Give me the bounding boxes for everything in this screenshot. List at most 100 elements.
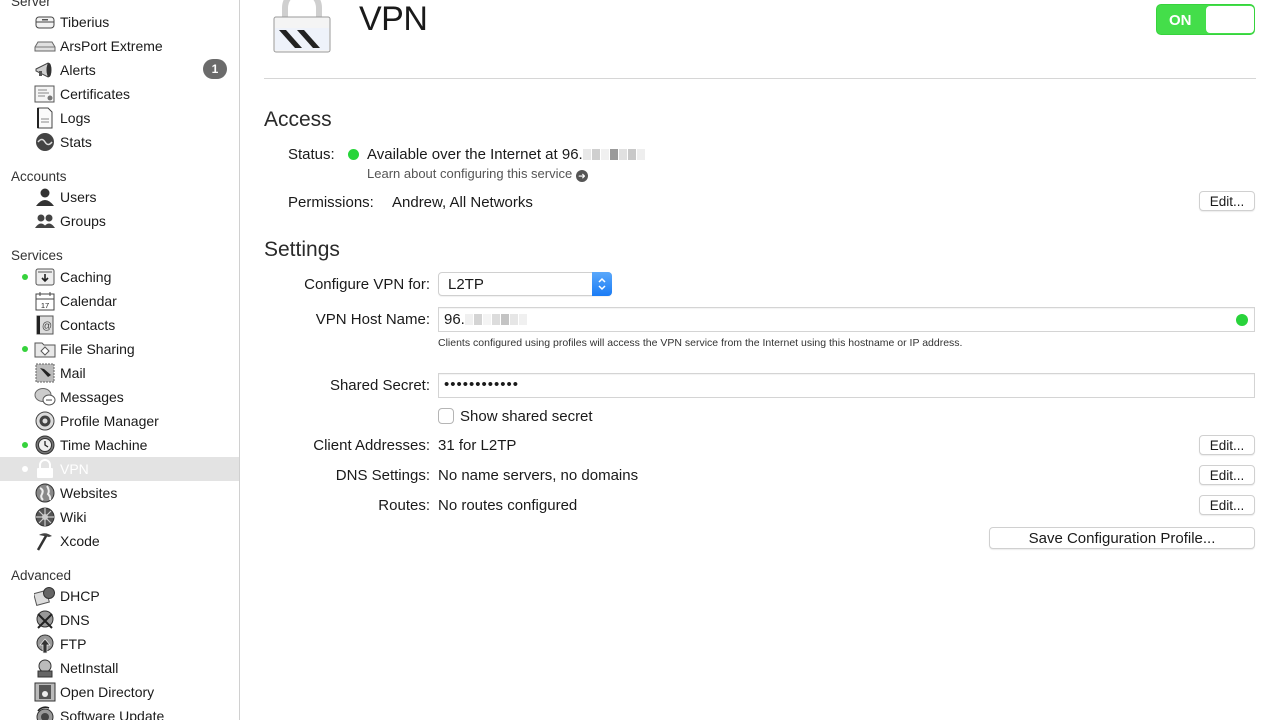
edit-dns-settings-button[interactable]: Edit... (1199, 465, 1255, 485)
svg-text:17: 17 (41, 301, 49, 310)
sidebar-item-label: Logs (60, 110, 91, 126)
edit-routes-button[interactable]: Edit... (1199, 495, 1255, 515)
edit-client-addresses-button[interactable]: Edit... (1199, 435, 1255, 455)
globe-icon (34, 483, 56, 503)
sidebar-item-label: Groups (60, 213, 106, 229)
header-divider (264, 78, 1256, 79)
status-dot-on (22, 442, 28, 448)
edit-permissions-button[interactable]: Edit... (1199, 191, 1255, 211)
sidebar-item-time-machine[interactable]: Time Machine (0, 433, 239, 457)
sidebar-item-wiki[interactable]: Wiki (0, 505, 239, 529)
main-panel: VPN ON Access Status: Available over the… (240, 0, 1280, 720)
sidebar-item-contacts[interactable]: @ Contacts (0, 313, 239, 337)
sidebar-item-label: DHCP (60, 588, 100, 604)
sidebar-item-label: VPN (60, 461, 89, 477)
mail-icon (34, 363, 56, 383)
shared-secret-label: Shared Secret: (329, 377, 430, 394)
user-icon (34, 187, 56, 207)
show-shared-secret-checkbox[interactable] (438, 408, 454, 424)
hostname-valid-indicator (1236, 314, 1248, 326)
status-dot-on (22, 274, 28, 280)
sidebar-item-stats[interactable]: Stats (0, 130, 239, 154)
software-update-icon (34, 706, 56, 720)
vpn-host-name-label: VPN Host Name: (315, 311, 430, 328)
sidebar-item-ftp[interactable]: FTP (0, 632, 239, 656)
sidebar-item-software-update[interactable]: Software Update (0, 704, 239, 720)
alerts-count-badge: 1 (203, 59, 227, 79)
toggle-knob[interactable] (1206, 6, 1254, 33)
sidebar: Server Tiberius ArsPort Extreme Alerts 1… (0, 0, 240, 720)
sidebar-item-label: Time Machine (60, 437, 148, 453)
contacts-icon: @ (34, 315, 56, 335)
caching-icon (34, 267, 56, 287)
hammer-icon (34, 531, 56, 551)
client-addresses-label: Client Addresses: (313, 437, 430, 454)
toggle-on-label: ON (1169, 12, 1192, 29)
sidebar-item-dns[interactable]: DNS (0, 608, 239, 632)
sidebar-item-profile-manager[interactable]: Profile Manager (0, 409, 239, 433)
sidebar-item-certificates[interactable]: Certificates (0, 82, 239, 106)
sidebar-item-messages[interactable]: Messages (0, 385, 239, 409)
sidebar-item-xcode[interactable]: Xcode (0, 529, 239, 553)
status-dot-on (22, 346, 28, 352)
sidebar-item-groups[interactable]: Groups (0, 209, 239, 233)
learn-more-link[interactable]: Learn about configuring this service ➜ (367, 166, 588, 182)
airport-icon (34, 36, 56, 56)
client-addresses-value: 31 for L2TP (438, 437, 517, 454)
vpn-host-name-value: 96. (444, 311, 528, 329)
settings-section-title: Settings (264, 238, 340, 261)
dhcp-icon (34, 586, 56, 606)
configure-vpn-select[interactable]: L2TP (438, 272, 612, 296)
group-title-server: Server (11, 0, 51, 9)
sidebar-item-label: Contacts (60, 317, 116, 333)
certificate-icon (34, 84, 56, 104)
wiki-icon (34, 507, 56, 527)
up-down-chevron-icon (592, 272, 612, 296)
sidebar-item-open-directory[interactable]: Open Directory (0, 680, 239, 704)
sidebar-item-label: Stats (60, 134, 92, 150)
sidebar-item-users[interactable]: Users (0, 185, 239, 209)
sidebar-item-tiberius[interactable]: Tiberius (0, 10, 239, 34)
vpn-lock-icon (271, 0, 333, 54)
sidebar-item-label: Xcode (60, 533, 100, 549)
sidebar-item-netinstall[interactable]: NetInstall (0, 656, 239, 680)
shared-secret-input[interactable]: •••••••••••• (438, 373, 1255, 398)
sidebar-item-label: Software Update (60, 708, 165, 720)
hostname-hint: Clients configured using profiles will a… (438, 337, 963, 349)
sidebar-item-label: NetInstall (60, 660, 119, 676)
sidebar-item-label: Open Directory (60, 684, 155, 700)
sidebar-item-calendar[interactable]: 17 Calendar (0, 289, 239, 313)
sidebar-item-alerts[interactable]: Alerts 1 (0, 58, 239, 82)
sidebar-item-file-sharing[interactable]: File Sharing (0, 337, 239, 361)
dns-settings-value: No name servers, no domains (438, 467, 639, 484)
redacted-hostname (464, 312, 528, 329)
folder-icon (34, 339, 56, 359)
sidebar-item-label: DNS (60, 612, 90, 628)
status-indicator (348, 149, 359, 160)
sidebar-item-arsport-extreme[interactable]: ArsPort Extreme (0, 34, 239, 58)
sidebar-item-label: Caching (60, 269, 112, 285)
sidebar-item-dhcp[interactable]: DHCP (0, 584, 239, 608)
server-icon (34, 12, 56, 32)
sidebar-item-mail[interactable]: Mail (0, 361, 239, 385)
sidebar-item-label: Tiberius (60, 14, 110, 30)
status-label: Status: (288, 146, 335, 163)
arrow-right-circle-icon: ➜ (575, 170, 588, 182)
sidebar-item-caching[interactable]: Caching (0, 265, 239, 289)
sidebar-item-label: Messages (60, 389, 124, 405)
sidebar-item-websites[interactable]: Websites (0, 481, 239, 505)
group-title-accounts: Accounts (11, 169, 67, 184)
sidebar-item-label: ArsPort Extreme (60, 38, 163, 54)
learn-more-text: Learn about configuring this service (367, 166, 573, 181)
configure-vpn-label: Configure VPN for: (304, 276, 430, 293)
vpn-host-name-input[interactable]: 96. (438, 307, 1255, 332)
ftp-icon (34, 634, 56, 654)
sidebar-item-label: Profile Manager (60, 413, 159, 429)
show-shared-secret-label[interactable]: Show shared secret (460, 408, 593, 425)
sidebar-item-vpn[interactable]: VPN (0, 457, 239, 481)
save-configuration-profile-button[interactable]: Save Configuration Profile... (989, 527, 1255, 549)
service-on-off-toggle[interactable]: ON (1156, 4, 1255, 35)
sidebar-item-logs[interactable]: Logs (0, 106, 239, 130)
group-title-services: Services (11, 248, 63, 263)
routes-label: Routes: (378, 497, 430, 514)
